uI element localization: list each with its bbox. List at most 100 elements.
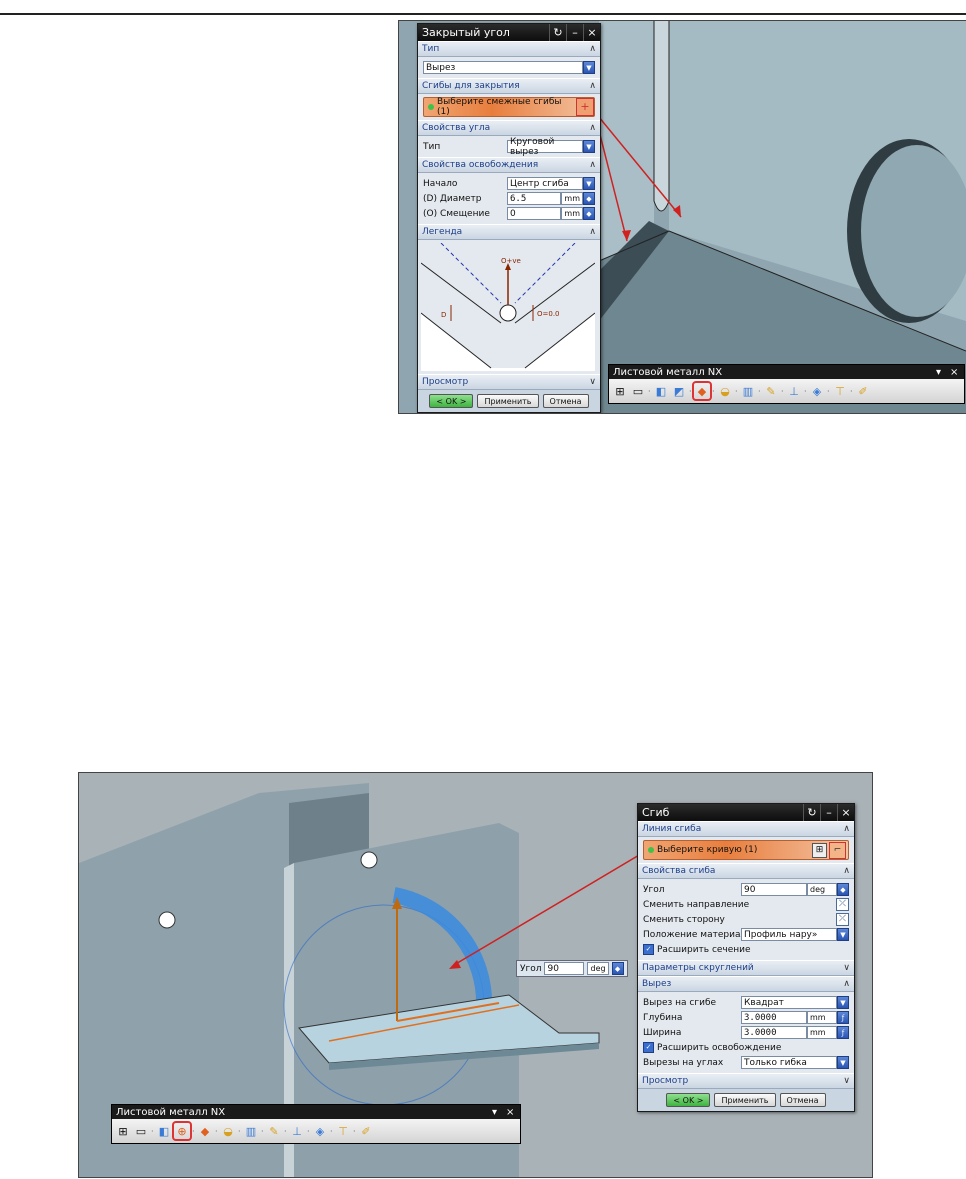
dropdown-arrow-icon[interactable]: ▼ — [837, 928, 849, 941]
legend-d: D — [441, 311, 446, 319]
sketch-section-icon[interactable]: ⊞ — [812, 842, 827, 858]
select-curve-field[interactable]: Выберите кривую (1) ⊞ ⌐ — [643, 840, 849, 860]
toolbar-menu-icon[interactable]: ▾ — [936, 367, 950, 378]
cancel-button[interactable]: Отмена — [779, 1093, 826, 1107]
crosshair-icon[interactable]: + — [576, 98, 594, 116]
section-bend-props[interactable]: Свойства сгиба ∧ — [638, 863, 854, 879]
unbend-icon[interactable]: ▥ — [740, 383, 756, 399]
dropdown-arrow-icon[interactable]: ▼ — [837, 996, 849, 1009]
relief-select[interactable]: Квадрат — [741, 996, 837, 1009]
unbend-icon[interactable]: ▥ — [243, 1123, 259, 1139]
contour-flange-icon[interactable]: ◩ — [671, 383, 687, 399]
angle-input[interactable]: 90 — [741, 883, 807, 896]
flip-side-icon[interactable]: ⤫ — [836, 913, 849, 926]
cancel-button[interactable]: Отмена — [542, 394, 589, 408]
material-select[interactable]: Профиль нару» — [741, 928, 837, 941]
louver-icon[interactable]: ⊥ — [786, 383, 802, 399]
closed-corner-icon[interactable]: ◆ — [197, 1123, 213, 1139]
section-preview[interactable]: Просмотр ∨ — [638, 1073, 854, 1089]
sheet-metal-toolbar: Листовой металл NX ▾ × ⊞ ▭ · ◧ ◩ · ◆ · ◒ · ▥ · … — [608, 364, 965, 404]
gusset-icon[interactable]: ◈ — [809, 383, 825, 399]
closed-corner-dialog: Закрытый угол ↻ – × Тип ∧ Вырез ▼ Сгибы дл… — [417, 23, 601, 413]
offset-menu-icon[interactable]: ◆ — [583, 207, 595, 220]
close-icon[interactable]: × — [837, 804, 854, 821]
export-icon[interactable]: ✐ — [358, 1123, 374, 1139]
section-bends[interactable]: Сгибы для закрытия ∧ — [418, 78, 600, 94]
flange-icon[interactable]: ◧ — [653, 383, 669, 399]
hole-icon[interactable]: ✎ — [266, 1123, 282, 1139]
close-icon[interactable]: × — [506, 1107, 520, 1118]
offset-input[interactable]: 0 — [507, 207, 562, 220]
ok-button[interactable]: < OK > — [666, 1093, 711, 1107]
dropdown-arrow-icon[interactable]: ▼ — [583, 177, 595, 190]
section-preview[interactable]: Просмотр ∨ — [418, 374, 600, 390]
minimize-icon[interactable]: – — [566, 24, 583, 41]
chevron-up-icon: ∧ — [589, 160, 596, 170]
width-formula-icon[interactable]: ƒ — [837, 1026, 849, 1039]
curve-select-icon[interactable]: ⌐ — [829, 841, 846, 859]
export-icon[interactable]: ✐ — [855, 383, 871, 399]
corner-relief-select[interactable]: Только гибка — [741, 1056, 837, 1069]
section-relief[interactable]: Свойства освобождения ∧ — [418, 157, 600, 173]
louver-icon[interactable]: ⊥ — [289, 1123, 305, 1139]
ok-button[interactable]: < OK > — [429, 394, 474, 408]
close-icon[interactable]: × — [950, 367, 964, 378]
sheet-metal-toolbar: Листовой металл NX ▾ × ⊞ ▭ · ◧ ⊕ · ◆ · ◒ · ▥ · … — [111, 1104, 521, 1144]
diameter-input[interactable]: 6.5 — [507, 192, 562, 205]
type-select[interactable]: Вырез — [423, 61, 583, 74]
section-type[interactable]: Тип ∧ — [418, 41, 600, 57]
closed-corner-icon[interactable]: ◆ — [692, 381, 712, 401]
depth-input[interactable]: 3.0000 — [741, 1011, 807, 1024]
tab-icon[interactable]: ▭ — [133, 1123, 149, 1139]
gusset-icon[interactable]: ◈ — [312, 1123, 328, 1139]
bend-icon[interactable]: ⊕ — [172, 1121, 192, 1141]
dialog-title-bar: Сгиб ↻ – × — [638, 804, 854, 821]
chevron-up-icon: ∧ — [843, 866, 850, 876]
status-dot-icon — [428, 104, 434, 110]
tab-icon[interactable]: ▭ — [630, 383, 646, 399]
extend-relief-checkbox[interactable]: ✓ — [643, 1042, 654, 1053]
chevron-up-icon: ∧ — [589, 227, 596, 237]
bend-dialog: Сгиб ↻ – × Линия сгиба ∧ Выберите кривую … — [637, 803, 855, 1112]
angle-onscreen-value[interactable]: 90 — [544, 962, 585, 975]
reset-icon[interactable]: ↻ — [803, 804, 820, 821]
figure2-screenshot: Угол 90 deg ◆ Сгиб ↻ – × Линия сгиба ∧ Вы… — [78, 772, 873, 1178]
close-icon[interactable]: × — [583, 24, 600, 41]
hole-icon[interactable]: ✎ — [763, 383, 779, 399]
toolbar-menu-icon[interactable]: ▾ — [492, 1107, 506, 1118]
section-bend-line[interactable]: Линия сгиба ∧ — [638, 821, 854, 837]
depth-formula-icon[interactable]: ƒ — [837, 1011, 849, 1024]
chevron-up-icon: ∧ — [589, 123, 596, 133]
section-legend[interactable]: Легенда ∧ — [418, 224, 600, 240]
width-input[interactable]: 3.0000 — [741, 1026, 807, 1039]
legend-o-zero: O=0.0 — [537, 310, 560, 318]
angle-onscreen-input[interactable]: Угол 90 deg ◆ — [516, 960, 628, 977]
origin-select[interactable]: Центр сгиба — [507, 177, 583, 190]
angle-menu-icon[interactable]: ◆ — [611, 962, 624, 975]
diameter-menu-icon[interactable]: ◆ — [583, 192, 595, 205]
sketch-icon[interactable]: ⊞ — [612, 383, 628, 399]
section-round[interactable]: Параметры скруглений ∨ — [638, 960, 854, 976]
flat-pattern-icon[interactable]: ⊤ — [832, 383, 848, 399]
apply-button[interactable]: Применить — [477, 394, 539, 408]
minimize-icon[interactable]: – — [820, 804, 837, 821]
dialog-title: Закрытый угол — [422, 26, 510, 39]
chevron-down-icon: ∨ — [843, 963, 850, 973]
select-bends-field[interactable]: Выберите смежные сгибы (1) + — [423, 97, 595, 117]
flange-icon[interactable]: ◧ — [156, 1123, 172, 1139]
flip-direction-icon[interactable]: ⤫ — [836, 898, 849, 911]
section-relief[interactable]: Вырез ∧ — [638, 976, 854, 992]
hem-icon[interactable]: ◒ — [220, 1123, 236, 1139]
dropdown-arrow-icon[interactable]: ▼ — [583, 61, 595, 74]
dropdown-arrow-icon[interactable]: ▼ — [583, 140, 595, 153]
reset-icon[interactable]: ↻ — [549, 24, 566, 41]
sketch-icon[interactable]: ⊞ — [115, 1123, 131, 1139]
dropdown-arrow-icon[interactable]: ▼ — [837, 1056, 849, 1069]
section-corner[interactable]: Свойства угла ∧ — [418, 120, 600, 136]
angle-menu-icon[interactable]: ◆ — [837, 883, 849, 896]
corner-type-select[interactable]: Круговой вырез — [507, 137, 583, 157]
extend-section-checkbox[interactable]: ✓ — [643, 944, 654, 955]
bend-icon[interactable]: ◒ — [717, 383, 733, 399]
flat-pattern-icon[interactable]: ⊤ — [335, 1123, 351, 1139]
apply-button[interactable]: Применить — [714, 1093, 776, 1107]
